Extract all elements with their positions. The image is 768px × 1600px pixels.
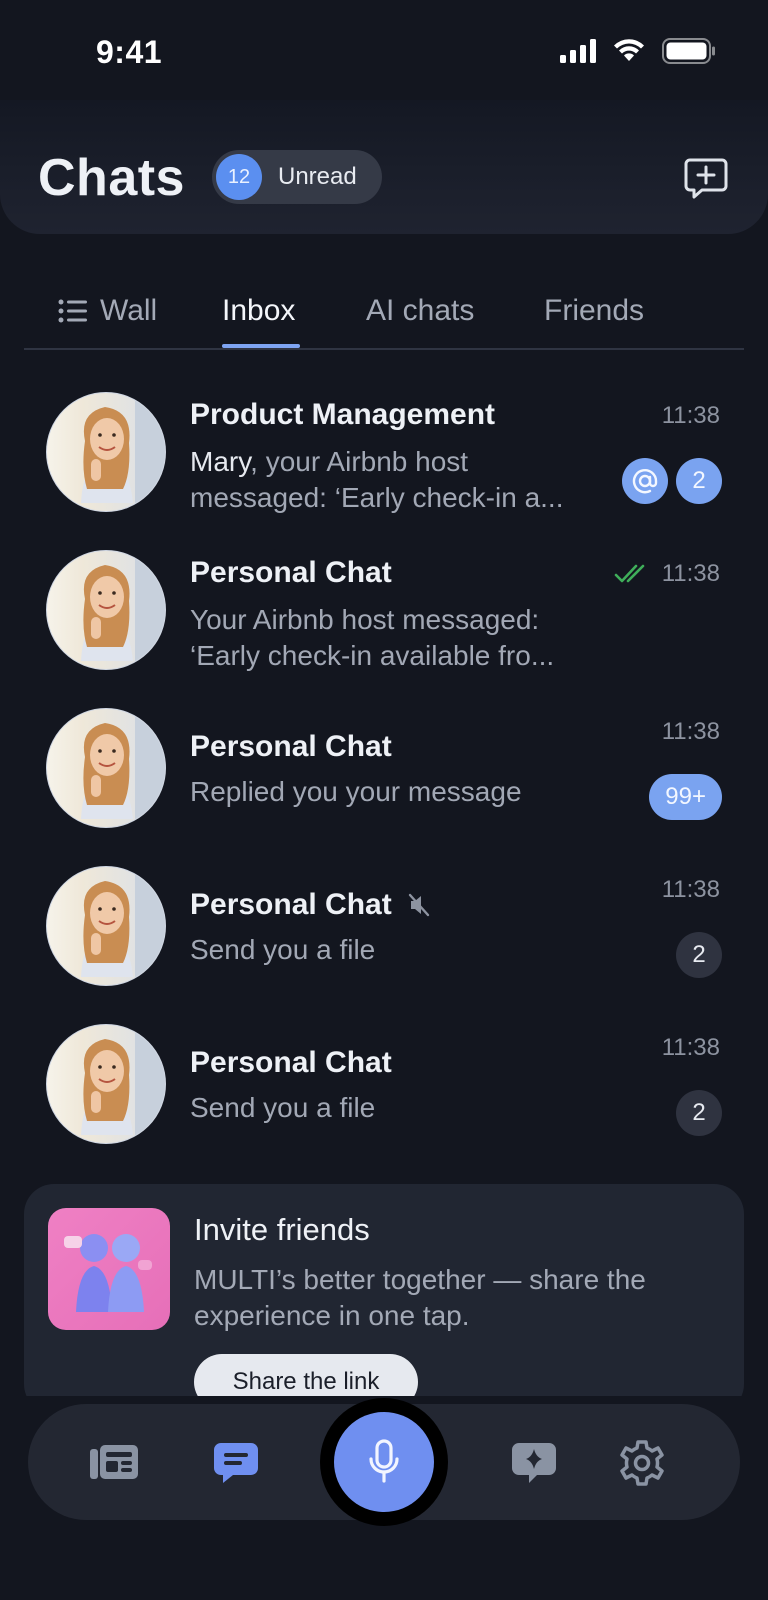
chat-name: Personal Chat	[190, 556, 392, 589]
chat-list-item[interactable]: Personal Chat 11:38 Send you a file 2	[0, 1024, 768, 1182]
chat-name: Personal Chat	[190, 730, 392, 763]
chat-time: 11:38	[662, 876, 720, 904]
page-title: Chats	[38, 149, 185, 207]
tab-friends-label: Friends	[544, 294, 645, 327]
chat-name-text: Personal Chat	[190, 888, 392, 921]
avatar	[46, 1024, 166, 1144]
mention-badge	[622, 458, 668, 504]
chat-time-text: 11:38	[661, 402, 720, 429]
nav-chats[interactable]	[208, 1436, 264, 1490]
tab-ai-chats-label: AI chats	[366, 294, 475, 327]
chat-list-item[interactable]: Product Management 11:38 Mary, your Airb…	[0, 392, 768, 550]
mic-button-inner	[334, 1412, 434, 1512]
chat-preview: Send you a file	[190, 932, 590, 968]
status-time: 9:41	[96, 34, 163, 70]
double-check-icon	[614, 564, 645, 583]
chat-list-item[interactable]: Personal Chat 11:38 Replied you your mes…	[0, 708, 768, 866]
chat-badges: 2	[676, 1090, 722, 1136]
tab-inbox[interactable]: Inbox	[222, 294, 295, 328]
chat-preview-line1: , your Airbnb host	[250, 446, 469, 477]
invite-friends-card: Invite friends MULTI’s better together —…	[24, 1184, 744, 1414]
avatar	[46, 392, 166, 512]
chat-preview-line2: messaged: ‘Early check-in a...	[190, 482, 564, 513]
compose-plus-icon	[684, 158, 728, 199]
tab-ai-chats[interactable]: AI chats	[366, 294, 474, 328]
chat-preview-line1: Replied you your message	[190, 776, 522, 807]
chat-time: 11:38	[614, 560, 720, 588]
status-bar: 9:41	[0, 0, 768, 110]
chat-sender: Mary	[190, 446, 251, 477]
nav-news[interactable]	[86, 1436, 142, 1490]
nav-ai[interactable]	[506, 1436, 562, 1490]
invite-illustration	[48, 1208, 170, 1330]
chat-name: Personal Chat	[190, 1046, 392, 1079]
chat-preview-line1: Send you a file	[190, 1092, 376, 1123]
chat-preview: Your Airbnb host messaged: ‘Early check-…	[190, 602, 590, 674]
unread-badge: 2	[676, 1090, 722, 1136]
unread-count-badge: 12	[216, 154, 262, 200]
header: Chats 12 Unread	[0, 100, 768, 234]
unread-filter-button[interactable]: 12 Unread	[212, 150, 382, 204]
nav-settings[interactable]	[614, 1436, 670, 1490]
invite-title: Invite friends	[194, 1212, 370, 1247]
signal-icon	[560, 39, 596, 63]
active-tab-indicator	[222, 344, 300, 348]
news-icon	[90, 1445, 138, 1479]
chat-preview: Mary, your Airbnb host messaged: ‘Early …	[190, 444, 590, 516]
avatar	[46, 550, 166, 670]
chat-time: 11:38	[662, 1034, 720, 1062]
mute-icon	[408, 893, 429, 917]
status-icons	[560, 38, 716, 64]
unread-badge: 99+	[649, 774, 722, 820]
chat-preview-line1: Send you a file	[190, 934, 376, 965]
chat-badges: 99+	[649, 774, 722, 820]
microphone-icon	[369, 1439, 399, 1483]
chat-preview: Replied you your message	[190, 774, 590, 810]
chat-name: Personal Chat	[190, 888, 430, 922]
tab-wall-label: Wall	[100, 294, 158, 327]
chat-time-text: 11:38	[661, 1034, 720, 1061]
new-chat-button[interactable]	[684, 156, 728, 200]
list-icon	[58, 299, 87, 323]
settings-icon	[620, 1440, 664, 1486]
chat-time-text: 11:38	[661, 560, 720, 587]
chat-time-text: 11:38	[661, 876, 720, 903]
invite-text: MULTI’s better together — share the expe…	[194, 1264, 646, 1331]
chat-time: 11:38	[662, 718, 720, 746]
chats-icon	[214, 1443, 258, 1483]
tab-inbox-label: Inbox	[222, 294, 296, 327]
chat-preview-line1: Your Airbnb host messaged:	[190, 604, 540, 635]
chat-preview-line2: ‘Early check-in available fro...	[190, 640, 555, 671]
unread-badge: 2	[676, 458, 722, 504]
chat-time-text: 11:38	[661, 718, 720, 745]
chat-list-item[interactable]: Personal Chat 11:38 Your Airbnb host mes…	[0, 550, 768, 708]
tab-wall[interactable]: Wall	[58, 294, 157, 328]
voice-record-button[interactable]	[320, 1398, 448, 1526]
chat-list-item[interactable]: Personal Chat 11:38 Send you a file 2	[0, 866, 768, 1024]
ai-sparkle-icon	[512, 1443, 556, 1483]
chat-badges: 2	[676, 932, 722, 978]
avatar	[46, 866, 166, 986]
tabs-scroll-fade	[684, 282, 744, 346]
chat-badges: 2	[622, 458, 722, 504]
wifi-icon	[614, 39, 644, 61]
avatar	[46, 708, 166, 828]
unread-badge: 2	[676, 932, 722, 978]
at-icon	[632, 469, 658, 494]
chat-preview: Send you a file	[190, 1090, 590, 1126]
chat-name: Product Management	[190, 398, 496, 431]
chat-time: 11:38	[662, 402, 720, 430]
battery-icon	[662, 38, 715, 64]
chat-tabs: Wall Inbox AI chats Friends	[24, 282, 744, 350]
unread-label: Unread	[278, 163, 357, 190]
tab-friends[interactable]: Friends	[544, 294, 644, 328]
